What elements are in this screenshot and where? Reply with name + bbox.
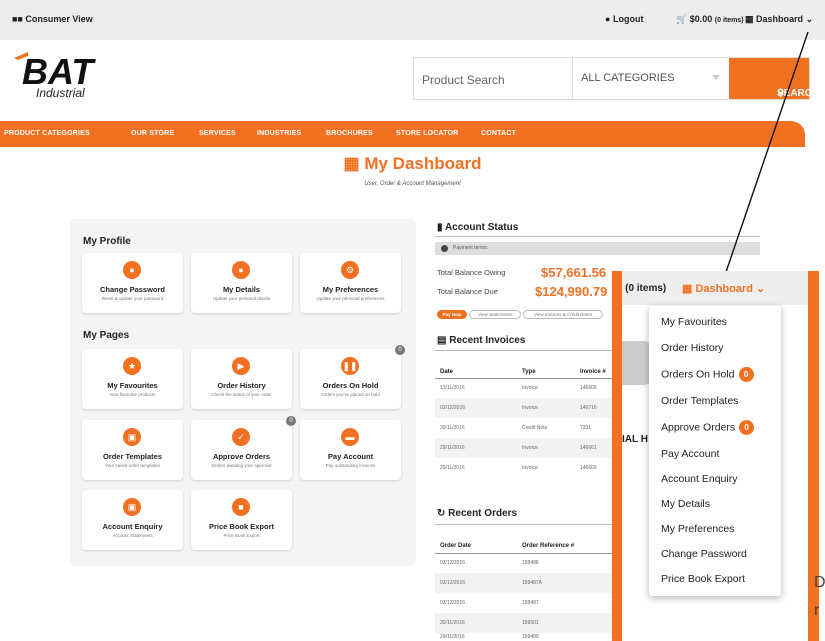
menu-item-order-history[interactable]: Order History [661, 342, 723, 354]
count-badge: 0 [739, 420, 755, 435]
menu-item-change-password[interactable]: Change Password [661, 548, 747, 560]
edge-text: D [814, 574, 825, 591]
dashboard-dropdown-menu: My Favourites Order History Orders On Ho… [649, 306, 781, 596]
menu-item-my-favourites[interactable]: My Favourites [661, 316, 727, 328]
chevron-down-icon: ⌄ [756, 283, 766, 295]
edge-text: r [814, 602, 820, 619]
dashboard-icon: ▦ [682, 283, 693, 295]
dashboard-menu-toggle[interactable]: ▦ Dashboard ⌄ [682, 282, 765, 295]
menu-item-order-templates[interactable]: Order Templates [661, 395, 738, 407]
menu-item-my-preferences[interactable]: My Preferences [661, 523, 735, 535]
menu-item-price-book-export[interactable]: Price Book Export [661, 573, 745, 585]
menu-item-pay-account[interactable]: Pay Account [661, 448, 719, 460]
menu-item-my-details[interactable]: My Details [661, 498, 710, 510]
callout-header: ) (0 items) ▦ Dashboard ⌄ [622, 271, 808, 305]
menu-item-approve-orders[interactable]: Approve Orders 0 [661, 420, 755, 435]
product-image [622, 341, 652, 385]
count-badge: 0 [738, 367, 754, 382]
menu-item-orders-on-hold[interactable]: Orders On Hold 0 [661, 367, 754, 382]
menu-item-account-enquiry[interactable]: Account Enquiry [661, 473, 737, 485]
